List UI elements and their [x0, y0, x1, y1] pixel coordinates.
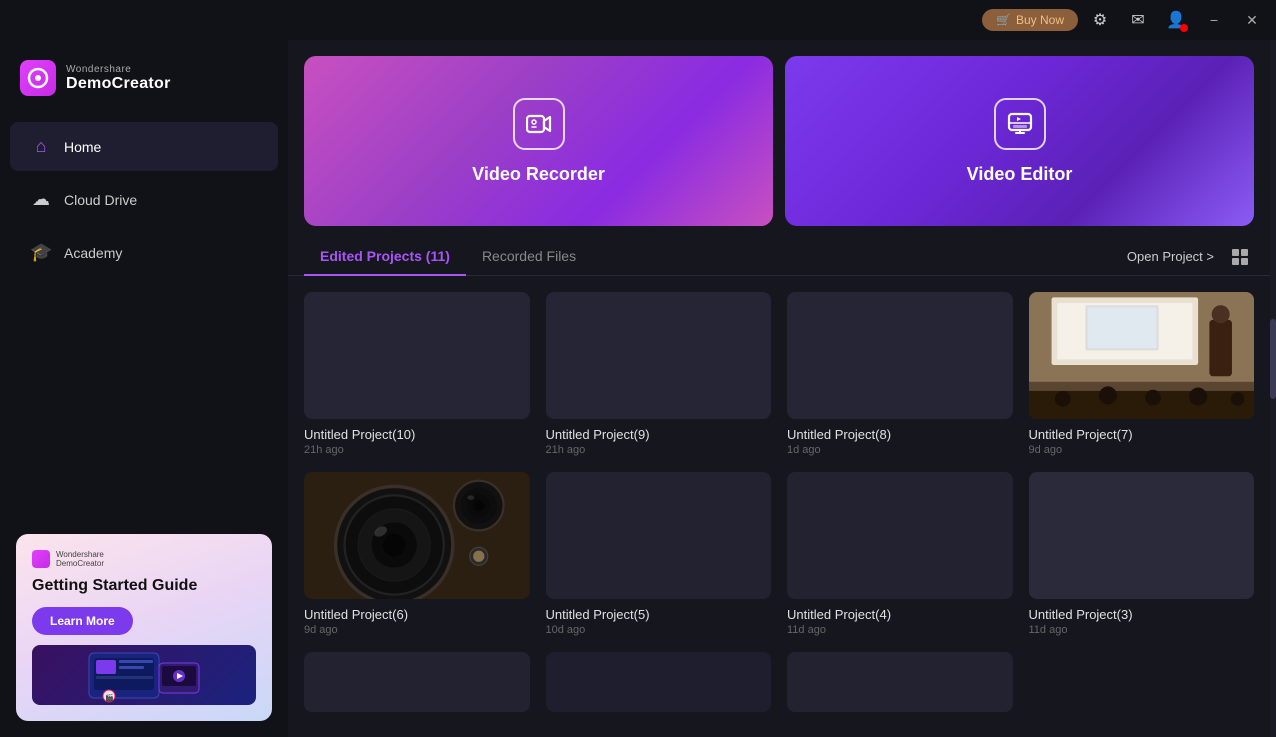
sidebar-item-cloud-label: Cloud Drive	[64, 192, 137, 208]
project-time-9: 21h ago	[546, 444, 772, 456]
project-thumb-0a	[787, 652, 1013, 712]
project-name-10: Untitled Project(10)	[304, 427, 530, 442]
project-name-7: Untitled Project(7)	[1029, 427, 1255, 442]
project-item-10[interactable]: Untitled Project(10) 21h ago	[304, 292, 530, 456]
mail-icon[interactable]: ✉	[1124, 6, 1152, 34]
project-thumb-5	[546, 472, 772, 599]
gs-brand-bottom: DemoCreator	[56, 559, 104, 568]
tab-edited-projects[interactable]: Edited Projects (11)	[304, 238, 466, 276]
project-time-3: 11d ago	[1029, 624, 1255, 636]
titlebar-icons: ⚙ ✉ 👤 − ✕	[1086, 6, 1266, 34]
project-time-10: 21h ago	[304, 444, 530, 456]
sidebar-item-cloud-drive[interactable]: ☁ Cloud Drive	[10, 175, 278, 224]
logo-icon	[20, 60, 56, 96]
project-time-6: 9d ago	[304, 624, 530, 636]
gs-brand-top: Wondershare	[56, 550, 104, 559]
notification-dot	[1180, 24, 1188, 32]
sidebar-spacer	[0, 279, 288, 518]
cart-icon: 🛒	[996, 13, 1011, 27]
buy-now-button[interactable]: 🛒 Buy Now	[982, 9, 1078, 31]
tabs-bar: Edited Projects (11) Recorded Files Open…	[288, 238, 1270, 276]
project-thumb-10	[304, 292, 530, 419]
project-thumb-4	[787, 472, 1013, 599]
sidebar-item-home[interactable]: ⌂ Home	[10, 122, 278, 171]
project-time-4: 11d ago	[787, 624, 1013, 636]
svg-text:🎬: 🎬	[105, 693, 114, 702]
video-editor-card[interactable]: Video Editor	[785, 56, 1254, 226]
user-icon[interactable]: 👤	[1162, 6, 1190, 34]
project-time-5: 10d ago	[546, 624, 772, 636]
sidebar-item-home-label: Home	[64, 139, 101, 155]
project-time-8: 1d ago	[787, 444, 1013, 456]
project-name-8: Untitled Project(8)	[787, 427, 1013, 442]
project-item-8[interactable]: Untitled Project(8) 1d ago	[787, 292, 1013, 456]
project-item-7[interactable]: Untitled Project(7) 9d ago	[1029, 292, 1255, 456]
gs-brand-logo	[32, 550, 50, 568]
logo-text: Wondershare DemoCreator	[66, 64, 171, 93]
logo-top: Wondershare	[66, 64, 171, 75]
editor-label: Video Editor	[967, 164, 1073, 185]
project-thumb-7	[1029, 292, 1255, 419]
project-item-2[interactable]	[304, 652, 530, 720]
projects-area: Untitled Project(10) 21h ago Untitled Pr…	[288, 276, 1270, 737]
sidebar-item-academy-label: Academy	[64, 245, 122, 261]
project-time-7: 9d ago	[1029, 444, 1255, 456]
project-name-6: Untitled Project(6)	[304, 607, 530, 622]
project-name-3: Untitled Project(3)	[1029, 607, 1255, 622]
sidebar-item-academy[interactable]: 🎓 Academy	[10, 228, 278, 277]
main-layout: Wondershare DemoCreator ⌂ Home ☁ Cloud D…	[0, 40, 1276, 737]
grid-view-button[interactable]	[1226, 243, 1254, 271]
project-thumb-2	[304, 652, 530, 712]
project-thumb-1	[546, 652, 772, 712]
project-thumb-8	[787, 292, 1013, 419]
sidebar: Wondershare DemoCreator ⌂ Home ☁ Cloud D…	[0, 40, 288, 737]
minimize-button[interactable]: −	[1200, 6, 1228, 34]
project-item-4[interactable]: Untitled Project(4) 11d ago	[787, 472, 1013, 636]
open-project-button[interactable]: Open Project >	[1127, 249, 1214, 264]
project-thumb-6	[304, 472, 530, 599]
logo-main: DemoCreator	[66, 75, 171, 93]
project-name-4: Untitled Project(4)	[787, 607, 1013, 622]
project-item-0a[interactable]	[787, 652, 1013, 720]
scrollbar-track[interactable]	[1270, 40, 1276, 737]
tab-recorded-files[interactable]: Recorded Files	[466, 238, 592, 276]
recorder-icon	[513, 98, 565, 150]
getting-started-card: Wondershare DemoCreator Getting Started …	[16, 534, 272, 721]
hero-cards: Video Recorder Video Editor	[288, 40, 1270, 238]
academy-icon: 🎓	[30, 242, 52, 263]
content-area: Video Recorder Video Editor Ed	[288, 40, 1270, 737]
recorder-label: Video Recorder	[472, 164, 605, 185]
scrollbar-thumb[interactable]	[1270, 319, 1276, 399]
project-item-1[interactable]	[546, 652, 772, 720]
cloud-icon: ☁	[30, 189, 52, 210]
project-item-5[interactable]: Untitled Project(5) 10d ago	[546, 472, 772, 636]
learn-more-button[interactable]: Learn More	[32, 607, 133, 635]
home-icon: ⌂	[30, 136, 52, 157]
title-bar: 🛒 Buy Now ⚙ ✉ 👤 − ✕	[0, 0, 1276, 40]
video-recorder-card[interactable]: Video Recorder	[304, 56, 773, 226]
project-item-6[interactable]: Untitled Project(6) 9d ago	[304, 472, 530, 636]
gs-title: Getting Started Guide	[32, 576, 256, 595]
project-name-9: Untitled Project(9)	[546, 427, 772, 442]
gs-illustration: 🎬	[32, 645, 256, 705]
project-thumb-3	[1029, 472, 1255, 599]
gs-brand-text: Wondershare DemoCreator	[56, 550, 104, 568]
close-button[interactable]: ✕	[1238, 6, 1266, 34]
buy-now-label: Buy Now	[1016, 13, 1064, 27]
project-name-5: Untitled Project(5)	[546, 607, 772, 622]
project-thumb-9	[546, 292, 772, 419]
project-item-9[interactable]: Untitled Project(9) 21h ago	[546, 292, 772, 456]
settings-icon[interactable]: ⚙	[1086, 6, 1114, 34]
gs-brand: Wondershare DemoCreator	[32, 550, 256, 568]
logo-area: Wondershare DemoCreator	[0, 40, 288, 120]
editor-icon	[994, 98, 1046, 150]
projects-grid: Untitled Project(10) 21h ago Untitled Pr…	[304, 292, 1254, 720]
project-item-3[interactable]: Untitled Project(3) 11d ago	[1029, 472, 1255, 636]
